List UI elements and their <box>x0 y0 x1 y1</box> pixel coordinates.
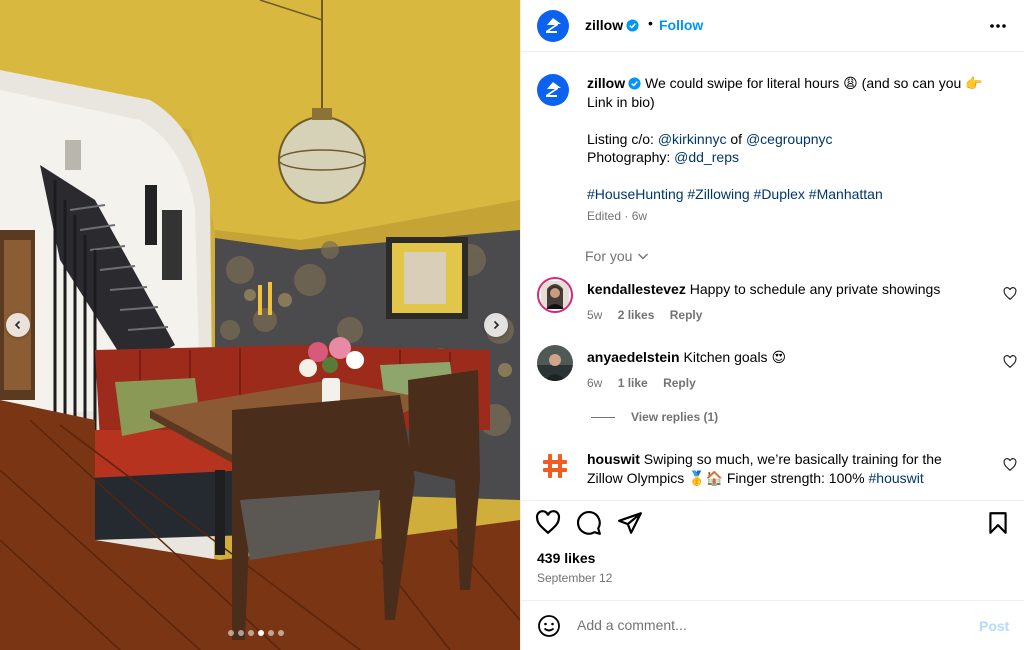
zillow-logo-icon <box>546 18 561 33</box>
verified-badge-icon <box>626 19 639 32</box>
comment-button[interactable] <box>576 510 602 539</box>
previous-slide-button[interactable] <box>6 313 30 337</box>
post-date[interactable]: September 12 <box>537 571 612 585</box>
verified-badge-icon <box>628 77 641 90</box>
avatar-photo <box>541 281 569 309</box>
chevron-right-icon <box>493 320 500 330</box>
reply-button[interactable]: Reply <box>663 376 696 390</box>
commenter-avatar[interactable] <box>537 448 573 484</box>
photo-prefix: Photography: <box>587 149 675 165</box>
comment-like-button[interactable] <box>1003 287 1017 304</box>
comment-body: Happy to schedule any private showings <box>689 281 941 297</box>
carousel-dot <box>248 630 254 636</box>
share-button[interactable] <box>617 510 643 539</box>
caption-line-1: We could swipe for literal hours 😩 (and … <box>645 75 983 91</box>
mention-kirkinnyc[interactable]: @kirkinnyc <box>658 131 727 147</box>
view-replies-button[interactable]: View replies (1) <box>591 410 718 424</box>
comment-username[interactable]: houswit <box>587 451 640 467</box>
follow-button[interactable]: Follow <box>659 17 703 33</box>
houswit-logo-icon <box>537 448 573 484</box>
share-icon <box>618 512 642 534</box>
post-header: zillow • Follow <box>521 0 1024 52</box>
comment-like-button[interactable] <box>1003 355 1017 372</box>
comment-username[interactable]: anyaedelstein <box>587 349 680 365</box>
chevron-left-icon <box>14 320 21 330</box>
commenter-avatar[interactable] <box>537 277 573 313</box>
post-actions-section: 439 likes September 12 <box>521 500 1024 600</box>
emoji-icon <box>538 615 560 637</box>
replies-divider-line <box>591 416 615 418</box>
carousel-indicator <box>228 630 284 636</box>
for-you-label: For you <box>585 248 633 264</box>
caption-age: 6w <box>631 209 648 223</box>
commenter-avatar[interactable] <box>537 345 573 381</box>
heart-icon <box>535 510 561 535</box>
carousel-dot <box>278 630 284 636</box>
comment-text: anyaedelstein Kitchen goals 😍 <box>587 348 977 367</box>
heart-icon <box>1003 355 1017 369</box>
carousel-dot <box>228 630 234 636</box>
comment-meta: 6w 1 like Reply <box>587 376 708 390</box>
emoji-picker-button[interactable] <box>537 614 561 641</box>
caption-listing-credit: Listing c/o: @kirkinnyc of @cegroupnyc <box>587 130 997 149</box>
heart-icon <box>1003 287 1017 301</box>
carousel-dot-active <box>258 630 264 636</box>
post-photo[interactable] <box>0 0 520 650</box>
listing-join: of <box>726 130 746 147</box>
post-comment-button[interactable]: Post <box>979 618 1009 634</box>
chevron-down-icon <box>638 253 649 260</box>
caption-line-2: Link in bio) <box>587 93 655 110</box>
comment-body-line-1: Swiping so much, we’re basically trainin… <box>643 451 942 467</box>
comment-icon <box>577 511 601 535</box>
carousel-dot <box>238 630 244 636</box>
bookmark-icon <box>989 512 1007 534</box>
username-text[interactable]: zillow <box>585 17 623 33</box>
mention-cegroupnyc[interactable]: @cegroupnyc <box>746 131 833 147</box>
heart-icon <box>1003 458 1017 472</box>
edited-label: Edited <box>587 209 622 223</box>
more-horizontal-icon <box>990 24 1006 28</box>
save-button[interactable] <box>985 510 1011 539</box>
caption-author-avatar[interactable] <box>537 74 569 106</box>
caption-meta: Edited · 6w <box>587 209 647 223</box>
like-button[interactable] <box>535 510 561 539</box>
comment-meta: 5w 2 likes Reply <box>587 308 714 322</box>
comment-age: 5w <box>587 308 603 322</box>
header-separator: • <box>648 15 653 31</box>
comment-username[interactable]: kendallestevez <box>587 281 686 297</box>
zillow-avatar[interactable] <box>537 10 569 42</box>
comment-text: houswit Swiping so much, we’re basically… <box>587 450 987 488</box>
carousel-dot <box>268 630 274 636</box>
comment-likes[interactable]: 1 like <box>618 376 648 390</box>
listing-prefix: Listing c/o: <box>587 130 658 147</box>
dining-room-photo <box>0 0 520 650</box>
post-details-pane: zillow • Follow zillow We could swipe fo… <box>520 0 1024 650</box>
comment-body-line-2: Zillow Olympics 🥇🏠 Finger strength: 100% <box>587 470 869 486</box>
view-replies-label: View replies (1) <box>631 410 719 424</box>
caption-body: zillow We could swipe for literal hours … <box>587 74 997 204</box>
comment-text: kendallestevez Happy to schedule any pri… <box>587 280 977 299</box>
caption-photo-credit: Photography: @dd_reps <box>587 148 997 167</box>
zillow-logo-icon <box>546 82 561 97</box>
comment-age: 6w <box>587 376 603 390</box>
more-options-button[interactable] <box>988 14 1008 41</box>
comment-like-button[interactable] <box>1003 458 1017 475</box>
likes-count[interactable]: 439 likes <box>537 550 595 566</box>
comment-body: Kitchen goals 😍 <box>683 349 787 365</box>
mention-dd-reps[interactable]: @dd_reps <box>674 149 739 165</box>
caption-username[interactable]: zillow <box>587 75 625 91</box>
next-slide-button[interactable] <box>484 313 508 337</box>
comment-input[interactable] <box>577 613 957 637</box>
add-comment-bar: Post <box>521 600 1024 650</box>
meta-separator: · <box>621 209 632 223</box>
avatar-photo <box>537 345 573 381</box>
comment-likes[interactable]: 2 likes <box>618 308 655 322</box>
instagram-post-modal: zillow • Follow zillow We could swipe fo… <box>0 0 1024 650</box>
reply-button[interactable]: Reply <box>670 308 703 322</box>
caption-hashtags[interactable]: #HouseHunting #Zillowing #Duplex #Manhat… <box>587 185 997 204</box>
comments-sort-dropdown[interactable]: For you <box>585 248 650 264</box>
comment-hashtag[interactable]: #houswit <box>869 470 924 486</box>
post-author-username[interactable]: zillow <box>585 17 639 33</box>
